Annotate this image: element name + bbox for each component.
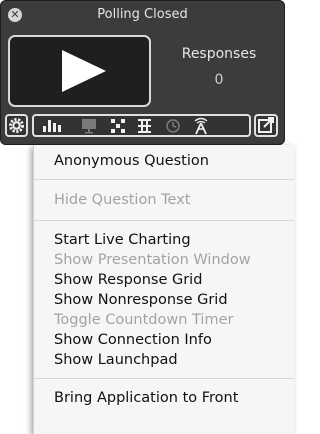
menu-separator <box>34 378 294 379</box>
settings-button[interactable] <box>5 114 28 137</box>
gear-icon <box>9 118 24 133</box>
nonresponse-grid-icon[interactable] <box>138 119 151 133</box>
menu-item-toggle-countdown-timer: Toggle Countdown Timer <box>54 312 234 328</box>
close-icon[interactable]: ✕ <box>8 8 22 22</box>
tool-group <box>32 114 251 137</box>
bar-chart-icon[interactable] <box>43 120 61 132</box>
menu-item-anonymous-question[interactable]: Anonymous Question <box>54 151 209 171</box>
play-icon <box>62 50 106 92</box>
popout-button[interactable] <box>254 114 278 137</box>
response-grid-icon[interactable] <box>111 119 125 133</box>
menu-item-start-live-charting[interactable]: Start Live Charting <box>54 230 191 250</box>
menu-item-bring-application-to-front[interactable]: Bring Application to Front <box>54 388 238 408</box>
responses-count: 0 <box>214 72 224 88</box>
menu-item-show-launchpad[interactable]: Show Launchpad <box>54 350 178 370</box>
responses-label: Responses <box>181 46 257 62</box>
popout-icon <box>258 117 274 133</box>
menu-item-show-connection-info[interactable]: Show Connection Info <box>54 330 212 350</box>
menu-separator <box>34 220 294 221</box>
connection-icon[interactable] <box>194 117 208 135</box>
menu-separator <box>34 179 294 180</box>
countdown-timer-icon <box>166 119 180 133</box>
menu-item-show-response-grid[interactable]: Show Response Grid <box>54 270 202 290</box>
polling-panel: Polling Closed ✕ Responses 0 <box>0 0 285 145</box>
start-polling-button[interactable] <box>8 35 151 107</box>
window-title: Polling Closed <box>97 7 188 22</box>
menu-item-show-presentation-window: Show Presentation Window <box>54 252 251 268</box>
presentation-icon <box>82 119 96 134</box>
menu-item-show-nonresponse-grid[interactable]: Show Nonresponse Grid <box>54 290 228 310</box>
options-menu: Anonymous Question Hide Question Text St… <box>33 145 294 434</box>
menu-item-hide-question-text: Hide Question Text <box>54 192 191 208</box>
